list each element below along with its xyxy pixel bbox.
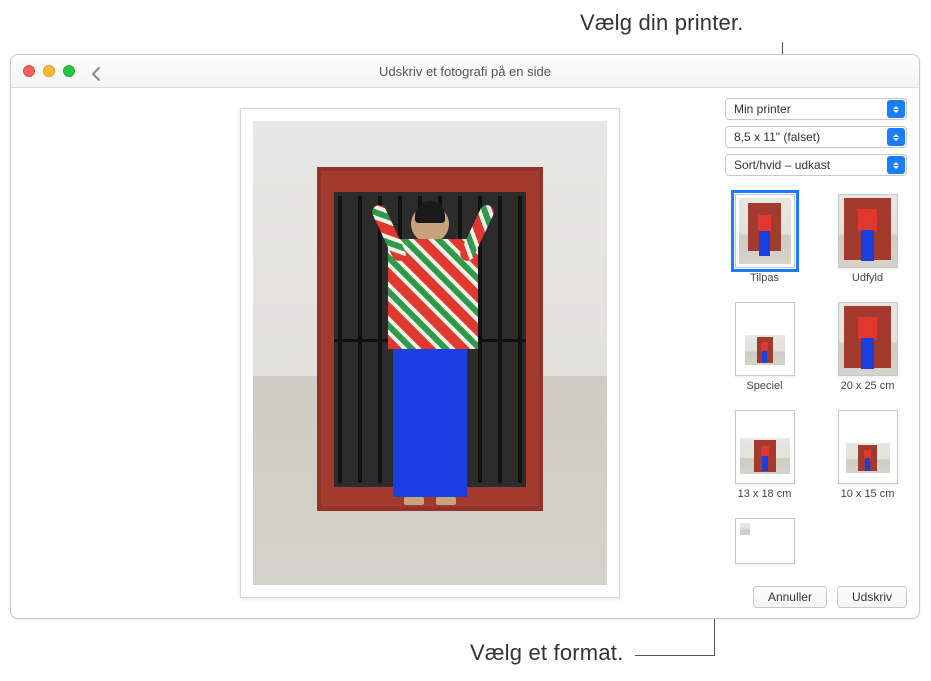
layout-option-13x18[interactable]: 13 x 18 cm xyxy=(727,410,802,500)
printer-select-value: Min printer xyxy=(734,102,791,116)
cancel-button[interactable]: Annuller xyxy=(753,586,827,608)
dialog-content: Min printer 8,5 x 11" (falset) Sort/hvid… xyxy=(11,88,919,618)
layout-thumbnail xyxy=(735,410,795,484)
callout-format: Vælg et format. xyxy=(470,640,623,666)
layout-option-20x25[interactable]: 20 x 25 cm xyxy=(830,302,905,392)
paper-size-value: 8,5 x 11" (falset) xyxy=(734,130,820,144)
paper-size-select[interactable]: 8,5 x 11" (falset) xyxy=(725,126,907,148)
titlebar: Udskriv et fotografi på en side xyxy=(11,55,919,88)
layout-thumbnail xyxy=(838,410,898,484)
print-button[interactable]: Udskriv xyxy=(837,586,907,608)
layout-label: Udfyld xyxy=(852,272,883,284)
print-dialog-window: Udskriv et fotografi på en side xyxy=(10,54,920,619)
layout-option-contact[interactable] xyxy=(727,518,802,564)
layout-thumbnail xyxy=(838,302,898,376)
print-quality-value: Sort/hvid – udkast xyxy=(734,158,830,172)
layout-label: 10 x 15 cm xyxy=(841,488,895,500)
layout-label: 13 x 18 cm xyxy=(738,488,792,500)
layout-thumbnail xyxy=(735,518,795,564)
layout-label: Tilpas xyxy=(750,272,779,284)
layout-thumbnail xyxy=(838,194,898,268)
layout-label: 20 x 25 cm xyxy=(841,380,895,392)
layout-label: Speciel xyxy=(746,380,782,392)
chevron-updown-icon xyxy=(887,128,905,146)
print-preview-page xyxy=(240,108,620,598)
window-title: Udskriv et fotografi på en side xyxy=(11,64,919,79)
chevron-updown-icon xyxy=(887,156,905,174)
layout-grid: Tilpas Udfyld Speciel 20 x 25 cm 13 x 18 cm 1… xyxy=(725,188,907,576)
layout-thumbnail xyxy=(735,194,795,268)
print-quality-select[interactable]: Sort/hvid – udkast xyxy=(725,154,907,176)
layout-option-speciel[interactable]: Speciel xyxy=(727,302,802,392)
callout-printer: Vælg din printer. xyxy=(580,10,744,36)
printer-select[interactable]: Min printer xyxy=(725,98,907,120)
layout-thumbnail xyxy=(735,302,795,376)
print-preview-area xyxy=(11,88,719,618)
chevron-updown-icon xyxy=(887,100,905,118)
print-options-sidebar: Min printer 8,5 x 11" (falset) Sort/hvid… xyxy=(719,88,919,618)
photo-preview xyxy=(253,121,607,585)
layout-option-10x15[interactable]: 10 x 15 cm xyxy=(830,410,905,500)
layout-option-udfyld[interactable]: Udfyld xyxy=(830,194,905,284)
layout-option-tilpas[interactable]: Tilpas xyxy=(727,194,802,284)
callout-line xyxy=(635,655,715,656)
dialog-actions: Annuller Udskriv xyxy=(725,582,907,608)
